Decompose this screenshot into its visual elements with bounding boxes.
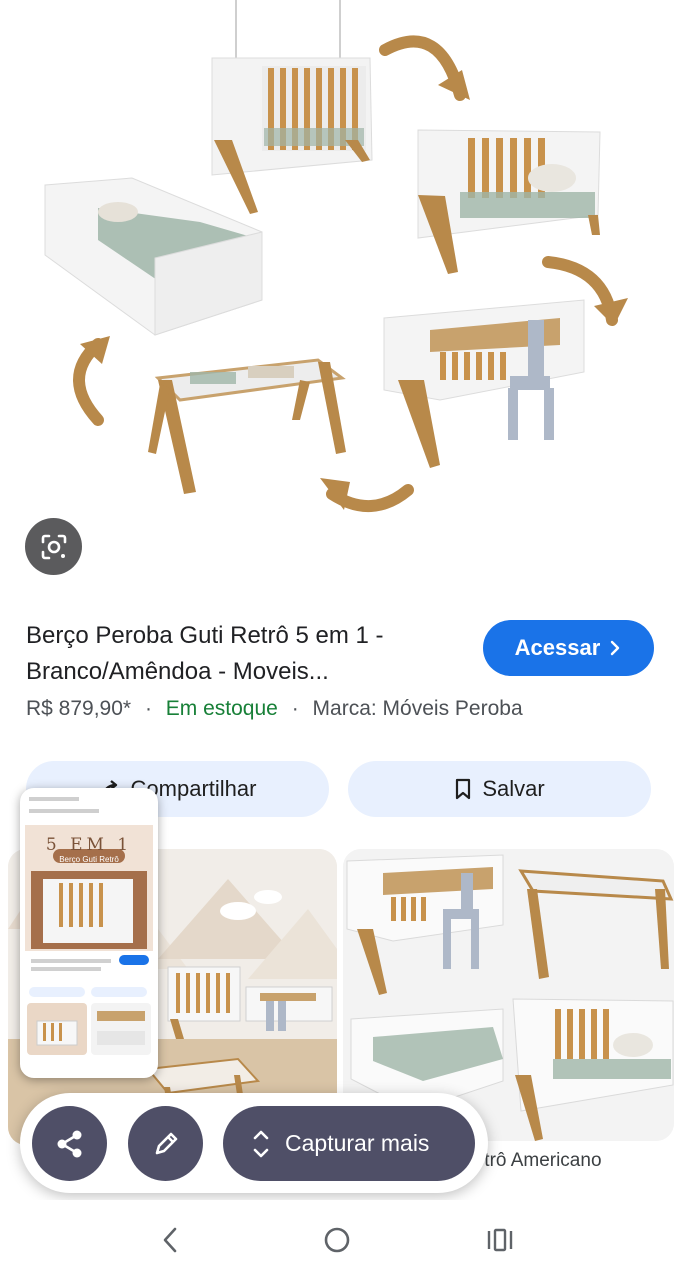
expand-vertical-icon <box>253 1130 269 1157</box>
bookmark-icon <box>456 778 471 800</box>
screenshot-thumbnail <box>23 791 155 1075</box>
lens-search-button[interactable] <box>25 518 82 575</box>
crib-stage-2 <box>417 129 601 274</box>
brand: Marca: Móveis Peroba <box>312 697 523 720</box>
preview-banner-title: 5 EM 1 <box>45 835 133 855</box>
capture-more-button[interactable]: Capturar mais <box>223 1106 475 1181</box>
product-title-line-2: Branco/Amêndoa - Moveis... <box>26 658 329 685</box>
related-caption-2: Retrô Americano <box>460 1150 602 1168</box>
home-icon <box>324 1227 350 1253</box>
share-icon <box>57 1130 81 1157</box>
product-meta: R$ 879,90* · Em estoque · Marca: Móveis … <box>26 697 523 721</box>
toddler-bed-stage <box>44 177 263 336</box>
screenshot-preview[interactable]: 5 EM 1 Berço Guti Retrô <box>20 788 158 1078</box>
desk-chair-stage <box>383 299 585 468</box>
pencil-icon <box>155 1132 177 1154</box>
lens-camera-icon <box>41 534 66 559</box>
access-button-label: Acessar <box>514 635 601 660</box>
stock-status: Em estoque <box>165 697 278 720</box>
crib-transformation-illustration <box>44 0 628 512</box>
edit-screenshot-button[interactable] <box>128 1106 203 1181</box>
price: R$ 879,90* <box>26 697 132 720</box>
product-title[interactable]: Berço Peroba Guti Retrô 5 em 1 - Branco/… <box>26 618 466 690</box>
chevron-right-icon <box>611 640 620 656</box>
capture-more-label: Capturar mais <box>285 1130 430 1156</box>
meta-separator: · <box>291 697 299 720</box>
nav-home-button[interactable] <box>317 1220 357 1260</box>
preview-banner-subtitle: Berço Guti Retrô <box>59 855 119 864</box>
access-button[interactable]: Acessar <box>483 620 654 676</box>
product-title-line-1: Berço Peroba Guti Retrô 5 em 1 - <box>26 622 384 649</box>
crib-stage-1 <box>211 57 373 214</box>
share-screenshot-button[interactable] <box>32 1106 107 1181</box>
nav-recents-button[interactable] <box>480 1220 520 1260</box>
product-hero-image[interactable] <box>0 0 679 590</box>
nav-back-button[interactable] <box>150 1220 190 1260</box>
save-button[interactable]: Salvar <box>348 761 651 817</box>
save-button-label: Salvar <box>482 776 545 801</box>
back-icon <box>163 1227 177 1253</box>
meta-separator: · <box>144 697 152 720</box>
recents-icon <box>487 1228 513 1252</box>
play-table-stage <box>148 358 346 494</box>
